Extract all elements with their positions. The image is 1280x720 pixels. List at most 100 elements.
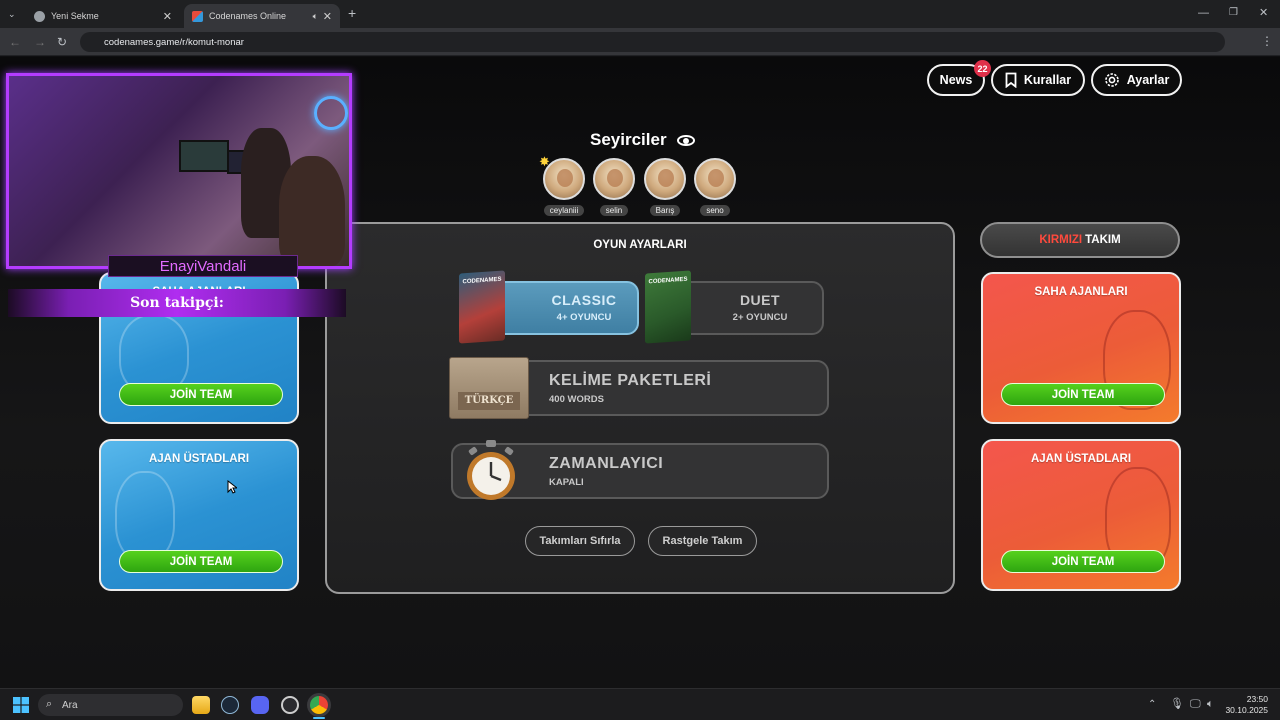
gear-icon: [1104, 73, 1119, 87]
tab-search-chevron-icon[interactable]: ⌄: [8, 7, 16, 21]
url-bar[interactable]: codenames.game/r/komut-monar: [80, 32, 1225, 52]
blue-spymasters-card: AJAN ÜSTADLARI JOİN TEAM: [99, 439, 299, 591]
windows-taskbar: ⌕ Ara ⌃ 🎙︎ 🖵︎ 🔈︎ 23:50 30.10.2025: [0, 688, 1280, 720]
search-placeholder: Ara: [62, 699, 78, 711]
spectator-name: seno: [700, 205, 730, 216]
webcam-overlay: [6, 73, 352, 269]
red-operatives-join-button[interactable]: JOİN TEAM: [1001, 383, 1165, 406]
spectator-item[interactable]: selin: [591, 158, 637, 218]
rules-label: Kurallar: [1023, 73, 1072, 87]
duet-player-count: 2+ OYUNCU: [732, 312, 788, 323]
url-text: codenames.game/r/komut-monar: [104, 36, 244, 48]
new-tab-plus-icon[interactable]: +: [348, 6, 356, 20]
restore-window-icon[interactable]: ❐: [1229, 6, 1238, 20]
browser-menu-icon[interactable]: ⋮: [1261, 34, 1273, 48]
spectator-name: ceylaniii: [543, 205, 585, 216]
game-settings-title: OYUN AYARLARI: [593, 239, 687, 251]
close-window-icon[interactable]: ✕: [1259, 6, 1268, 20]
tab-label: Codenames Online: [209, 11, 287, 21]
speaker-icon[interactable]: 🔈︎: [313, 11, 318, 22]
settings-button[interactable]: Ayarlar: [1091, 64, 1182, 96]
reload-icon[interactable]: ↻: [57, 35, 67, 49]
spectator-name: Barış: [649, 205, 681, 216]
red-spymasters-join-button[interactable]: JOİN TEAM: [1001, 550, 1165, 573]
minimize-window-icon[interactable]: —: [1198, 6, 1209, 20]
active-app-indicator: [313, 717, 325, 719]
person-silhouette: [279, 156, 345, 266]
red-spymasters-card: AJAN ÜSTADLARI JOİN TEAM: [981, 439, 1181, 591]
stopwatch-icon: [467, 440, 515, 500]
classic-mode-option[interactable]: CLASSIC 4+ OYUNCU: [485, 281, 639, 335]
spectators-title: Seyirciler: [590, 130, 696, 150]
red-team-color-word: KIRMIZI: [1039, 234, 1083, 246]
browser-tab-bar: ⌄ Yeni Sekme ✕ Codenames Online 🔈︎ ✕ + —…: [0, 0, 1280, 28]
language-card-box: TÜRKÇE: [449, 357, 529, 419]
spectator-item[interactable]: Barış: [642, 158, 688, 218]
classic-player-count: 4+ OYUNCU: [556, 312, 612, 323]
file-explorer-icon[interactable]: [192, 696, 210, 714]
classic-box-art: CODENAMES: [459, 270, 505, 344]
mouse-cursor-icon: [227, 480, 237, 494]
duet-label: DUET: [739, 292, 781, 308]
random-teams-button[interactable]: Rastgele Takım: [648, 526, 757, 556]
news-button[interactable]: News 22: [927, 60, 991, 96]
spectator-avatar: [644, 158, 686, 200]
red-operatives-title: SAHA AJANLARI: [1034, 286, 1128, 298]
chrome-favicon-icon: [34, 10, 45, 22]
discord-icon[interactable]: [251, 696, 269, 714]
volume-icon[interactable]: 🔈︎: [1207, 697, 1214, 711]
codenames-favicon-icon: [192, 10, 203, 22]
monitor-shape: [179, 140, 229, 172]
spectator-item[interactable]: ✸ ceylaniii: [539, 154, 587, 218]
tab-codenames[interactable]: Codenames Online 🔈︎ ✕: [184, 4, 340, 28]
spectator-avatar: [694, 158, 736, 200]
classic-label: CLASSIC: [551, 292, 617, 308]
reset-teams-button[interactable]: Takımları Sıfırla: [525, 526, 635, 556]
language-card-label: TÜRKÇE: [458, 392, 520, 410]
back-arrow-icon[interactable]: ←: [9, 35, 21, 49]
clock-date: 30.10.2025: [1225, 705, 1268, 715]
operative-illustration: [119, 314, 189, 394]
spectator-avatar: [593, 158, 635, 200]
blue-spymasters-title: AJAN ÜSTADLARI: [148, 453, 250, 465]
taskbar-clock[interactable]: 23:50 30.10.2025: [1225, 694, 1268, 716]
close-tab-icon[interactable]: ✕: [323, 10, 332, 23]
news-count-badge: 22: [974, 60, 991, 77]
word-packs-label: KELİME PAKETLERİ: [549, 372, 712, 389]
network-icon[interactable]: 🖵︎: [1190, 697, 1201, 711]
latest-follower-bar: Son takipçi:: [8, 289, 346, 317]
taskbar-search-box[interactable]: ⌕ Ara: [38, 694, 183, 716]
timer-status: KAPALI: [549, 477, 584, 488]
box-art-text: CODENAMES: [648, 276, 688, 286]
windows-start-icon[interactable]: [13, 697, 29, 713]
forward-arrow-icon[interactable]: →: [34, 35, 46, 49]
chrome-icon[interactable]: [310, 696, 328, 714]
microphone-icon[interactable]: 🎙︎: [1170, 697, 1184, 711]
word-packs-count: 400 WORDS: [549, 394, 604, 405]
bookmark-icon: [1005, 72, 1017, 88]
news-label: News: [939, 73, 973, 87]
steam-icon[interactable]: [221, 696, 239, 714]
neon-sign: [314, 96, 348, 130]
red-team-header: KIRMIZI TAKIM: [980, 222, 1180, 258]
close-tab-icon[interactable]: ✕: [163, 10, 172, 23]
clock-time: 23:50: [1246, 694, 1268, 704]
tray-chevron-icon[interactable]: ⌃: [1148, 698, 1156, 712]
tab-label: Yeni Sekme: [51, 11, 99, 21]
blue-operatives-join-button[interactable]: JOİN TEAM: [119, 383, 283, 406]
spectator-name: selin: [599, 205, 629, 216]
settings-label: Ayarlar: [1126, 73, 1170, 87]
rules-button[interactable]: Kurallar: [991, 64, 1085, 96]
spectator-item[interactable]: seno: [692, 158, 738, 218]
spymaster-illustration: [115, 471, 175, 561]
box-art-text: CODENAMES: [462, 276, 502, 286]
red-operatives-card: SAHA AJANLARI JOİN TEAM: [981, 272, 1181, 424]
red-team-word: TAKIM: [1085, 234, 1121, 246]
star-icon: ✸: [539, 154, 550, 169]
tab-new-tab[interactable]: Yeni Sekme ✕: [26, 4, 180, 28]
streamer-name-label: EnayiVandali: [108, 255, 298, 277]
obs-icon[interactable]: [281, 696, 299, 714]
blue-spymasters-join-button[interactable]: JOİN TEAM: [119, 550, 283, 573]
search-icon: ⌕: [46, 698, 53, 710]
red-spymasters-title: AJAN ÜSTADLARI: [1030, 453, 1132, 465]
